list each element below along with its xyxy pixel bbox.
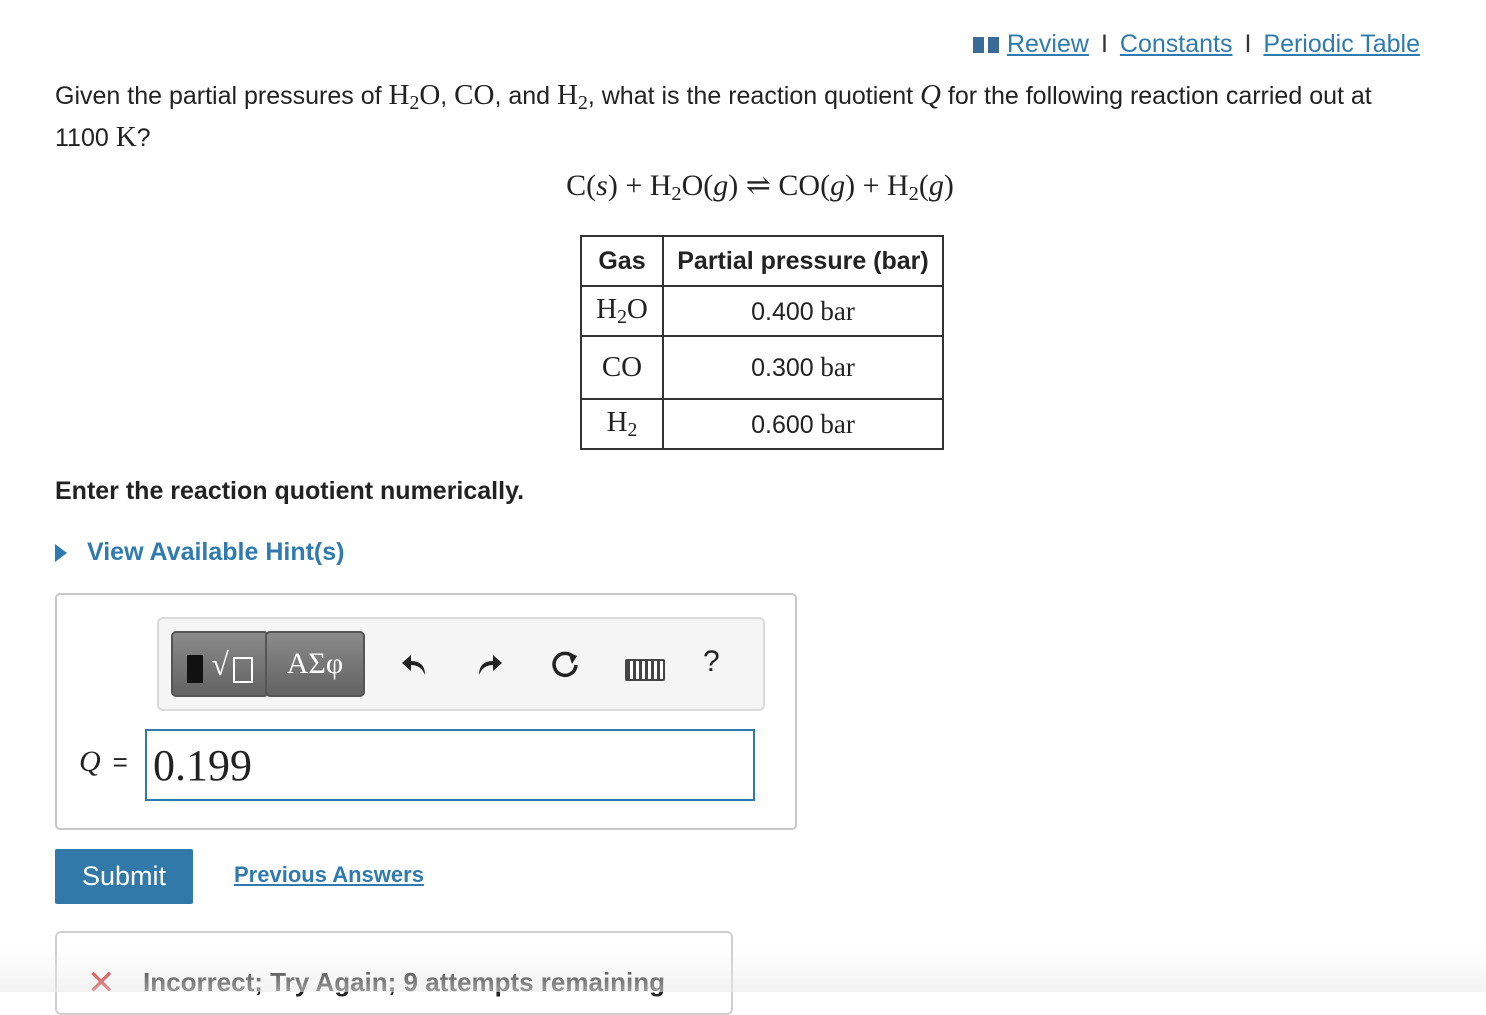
- review-link[interactable]: Review: [1007, 30, 1089, 59]
- header-pressure: Partial pressure (bar): [662, 235, 944, 287]
- pressure-cell: 0.400 bar: [662, 285, 944, 337]
- question-text: Given the partial pressures of H2O, CO, …: [55, 79, 1372, 153]
- reset-icon[interactable]: [545, 645, 585, 685]
- feedback-panel: ✕ Incorrect; Try Again; 9 attempts remai…: [55, 931, 733, 1015]
- gas-cell: H2O: [580, 285, 664, 337]
- math-toolbar: √ ΑΣφ ?: [157, 617, 765, 711]
- book-icon: [972, 36, 999, 53]
- table-row: H2O 0.400 bar: [580, 285, 944, 337]
- periodic-table-link[interactable]: Periodic Table: [1263, 30, 1420, 59]
- redo-icon[interactable]: [469, 645, 509, 685]
- caret-right-icon: [55, 543, 67, 562]
- x-icon: ✕: [87, 964, 116, 1002]
- pressure-cell: 0.300 bar: [662, 335, 944, 400]
- chemical-equation: C(s) + H2O(g) ⇌ CO(g) + H2(g): [566, 169, 954, 206]
- view-hints-toggle[interactable]: View Available Hint(s): [55, 538, 344, 567]
- keyboard-icon[interactable]: [625, 659, 665, 681]
- feedback-text: Incorrect; Try Again; 9 attempts remaini…: [143, 967, 666, 997]
- header-gas: Gas: [580, 235, 664, 287]
- constants-link[interactable]: Constants: [1120, 30, 1233, 59]
- gas-cell: CO: [580, 335, 664, 400]
- undo-icon[interactable]: [395, 645, 435, 685]
- table-header-row: Gas Partial pressure (bar): [580, 235, 944, 287]
- table-row: H2 0.600 bar: [580, 398, 944, 450]
- nav-separator: I: [1244, 30, 1252, 58]
- previous-answers-link[interactable]: Previous Answers: [234, 862, 424, 888]
- instruction-text: Enter the reaction quotient numerically.: [55, 477, 525, 505]
- answer-label: Q =: [79, 745, 128, 778]
- help-button[interactable]: ?: [703, 645, 720, 679]
- answer-panel: √ ΑΣφ ? Q = 0.199: [55, 593, 797, 830]
- greek-symbols-button[interactable]: ΑΣφ: [265, 631, 365, 697]
- submit-button[interactable]: Submit: [55, 849, 193, 904]
- pressure-cell: 0.600 bar: [662, 398, 944, 450]
- partial-pressure-table: Gas Partial pressure (bar) H2O 0.400 bar…: [580, 235, 944, 450]
- answer-input[interactable]: 0.199: [145, 729, 755, 801]
- sqrt-template-icon[interactable]: √: [171, 631, 269, 697]
- gas-cell: H2: [580, 398, 664, 450]
- top-nav: Review I Constants I Periodic Table: [972, 30, 1420, 59]
- nav-separator: I: [1100, 30, 1108, 58]
- table-row: CO 0.300 bar: [580, 335, 944, 400]
- equilibrium-arrow-icon: ⇌: [745, 169, 771, 202]
- hint-label: View Available Hint(s): [87, 538, 345, 566]
